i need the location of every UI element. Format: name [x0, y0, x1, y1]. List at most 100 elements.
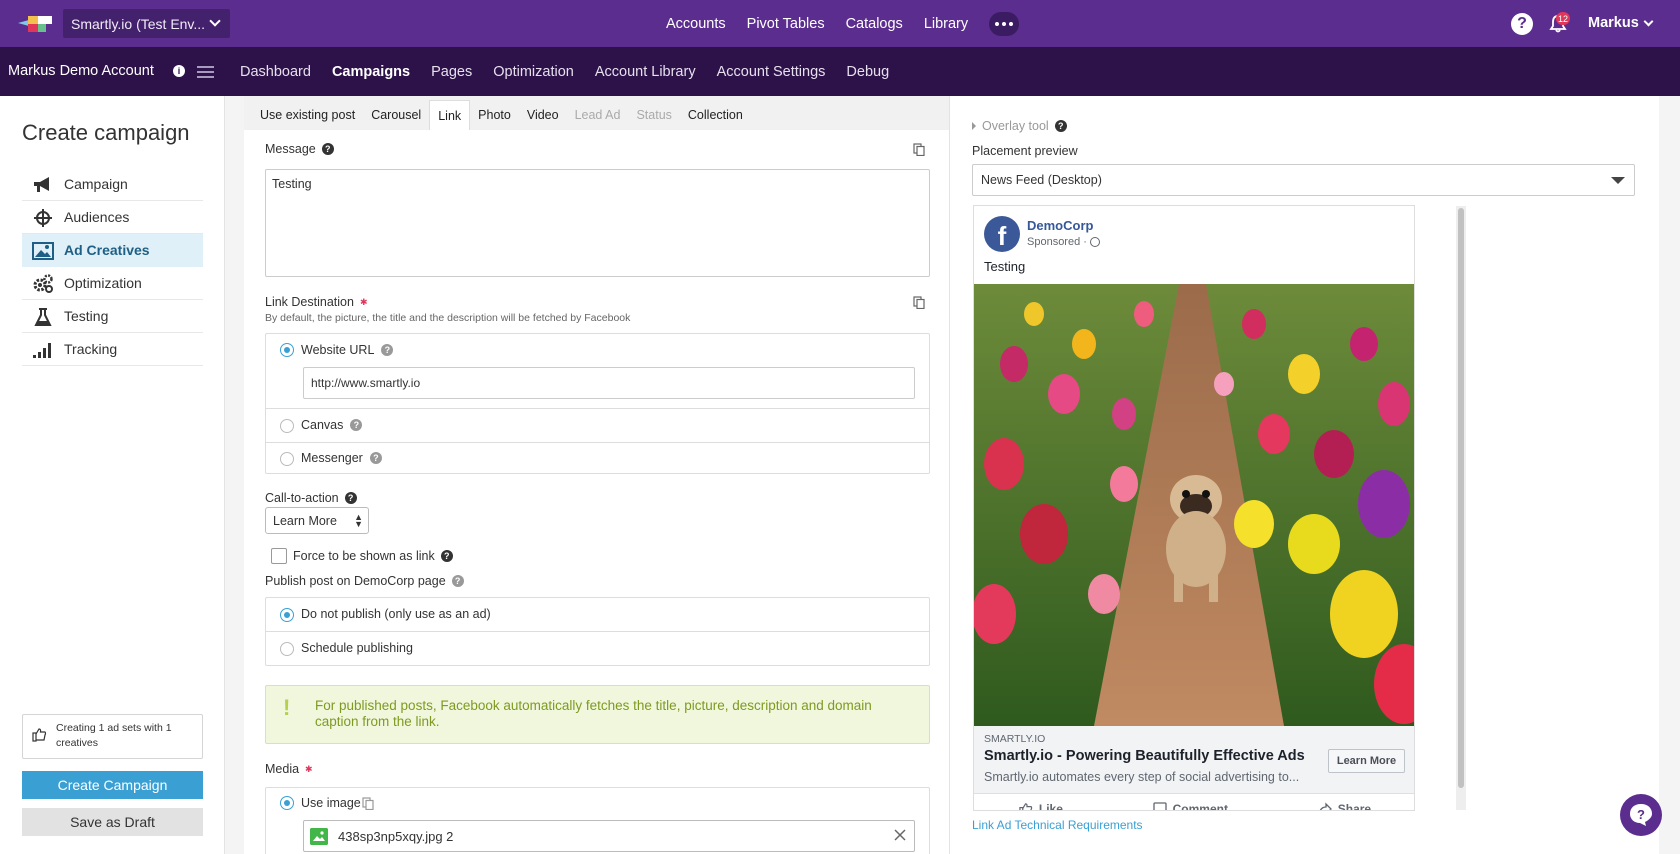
- website-url-radio[interactable]: [280, 343, 294, 357]
- tab-use-existing-post[interactable]: Use existing post: [252, 100, 363, 130]
- close-icon[interactable]: [894, 829, 906, 841]
- fb-comment[interactable]: Comment: [1152, 802, 1228, 810]
- help-icon[interactable]: ?: [381, 344, 394, 356]
- scrollbar-thumb[interactable]: [1458, 208, 1464, 788]
- step-audiences[interactable]: Audiences: [22, 201, 203, 234]
- help-icon[interactable]: ?: [350, 419, 363, 431]
- message-label-row: Message ?: [265, 142, 334, 156]
- use-image-radio[interactable]: [280, 796, 294, 810]
- step-nav: Campaign Audiences Ad Creatives Optimiza…: [22, 168, 203, 366]
- help-icon[interactable]: ?: [369, 452, 382, 464]
- hamburger-menu-icon[interactable]: [197, 66, 214, 78]
- fb-page-name[interactable]: DemoCorp: [1027, 218, 1093, 233]
- help-icon[interactable]: ?: [321, 143, 334, 155]
- help-icon[interactable]: ?: [1054, 120, 1067, 132]
- option-website-url: Website URL ?: [266, 334, 929, 409]
- website-url-input[interactable]: [303, 367, 915, 399]
- top-nav-library[interactable]: Library: [924, 16, 968, 32]
- placement-value: News Feed (Desktop): [981, 173, 1102, 187]
- link-destination-label-row: Link Destination ✱: [265, 295, 368, 309]
- fb-like[interactable]: Like: [1019, 802, 1063, 810]
- step-campaign[interactable]: Campaign: [22, 168, 203, 201]
- help-icon[interactable]: ?: [451, 575, 464, 587]
- technical-requirements-link[interactable]: Link Ad Technical Requirements: [972, 818, 1143, 832]
- account-nav: Dashboard Campaigns Pages Optimization A…: [240, 47, 889, 96]
- svg-text:?: ?: [1637, 807, 1645, 822]
- image-file-name: 438sp3np5xqy.jpg 2: [338, 828, 454, 844]
- tab-collection[interactable]: Collection: [680, 100, 751, 130]
- fb-share[interactable]: Share: [1318, 802, 1371, 810]
- save-draft-button[interactable]: Save as Draft: [22, 808, 203, 836]
- help-icon[interactable]: ?: [440, 550, 453, 562]
- ad-image: [974, 284, 1414, 726]
- step-ad-creatives[interactable]: Ad Creatives: [22, 234, 203, 267]
- do-not-publish-radio[interactable]: [280, 608, 294, 622]
- preview-scrollbar[interactable]: [1456, 206, 1466, 810]
- link-destination-options: Website URL ? Canvas ? Messenger ?: [265, 333, 930, 474]
- link-destination-hint: By default, the picture, the title and t…: [265, 312, 631, 324]
- fb-learn-more-button[interactable]: Learn More: [1328, 749, 1405, 773]
- cta-select[interactable]: Learn More ▲ ▼: [265, 507, 369, 534]
- nav-campaigns[interactable]: Campaigns: [332, 64, 410, 80]
- gears-icon: [33, 274, 53, 293]
- share-icon: [1319, 802, 1332, 810]
- image-icon: [32, 242, 54, 260]
- help-icon[interactable]: ?: [344, 492, 357, 504]
- summary-text: Creating 1 ad sets with 1 creatives: [56, 722, 172, 749]
- nav-account-settings[interactable]: Account Settings: [717, 64, 826, 80]
- updown-arrow-icon: ▲ ▼: [354, 512, 363, 529]
- top-nav-accounts[interactable]: Accounts: [666, 16, 726, 32]
- canvas-radio[interactable]: [280, 419, 294, 433]
- image-file-field[interactable]: 438sp3np5xqy.jpg 2: [303, 820, 915, 852]
- tab-carousel[interactable]: Carousel: [363, 100, 429, 130]
- step-testing[interactable]: Testing: [22, 300, 203, 333]
- copy-icon[interactable]: [913, 143, 925, 156]
- use-image-label: Use image: [301, 796, 361, 810]
- overlay-label: Overlay tool: [982, 119, 1049, 133]
- account-name[interactable]: Markus Demo Account: [8, 63, 154, 79]
- nav-account-library[interactable]: Account Library: [595, 64, 696, 80]
- top-bar: Smartly.io (Test Env... Accounts Pivot T…: [0, 0, 1680, 47]
- ad-preview-panel: Overlay tool ? Placement preview News Fe…: [951, 96, 1659, 854]
- nav-optimization[interactable]: Optimization: [493, 64, 574, 80]
- nav-debug[interactable]: Debug: [846, 64, 889, 80]
- fb-link-domain: SMARTLY.IO: [984, 733, 1046, 745]
- cta-value: Learn More: [273, 513, 337, 528]
- tab-photo[interactable]: Photo: [470, 100, 519, 130]
- environment-selector[interactable]: Smartly.io (Test Env...: [63, 9, 230, 38]
- placement-select[interactable]: News Feed (Desktop): [972, 164, 1635, 196]
- copy-icon[interactable]: [362, 796, 374, 810]
- schedule-label: Schedule publishing: [301, 641, 413, 655]
- messenger-radio[interactable]: [280, 452, 294, 466]
- help-icon[interactable]: ?: [1511, 13, 1533, 35]
- more-menu-icon[interactable]: [989, 11, 1020, 36]
- force-link-checkbox[interactable]: [271, 548, 287, 564]
- canvas-label: Canvas: [301, 418, 344, 432]
- nav-pages[interactable]: Pages: [431, 64, 472, 80]
- top-nav-pivot-tables[interactable]: Pivot Tables: [747, 16, 825, 32]
- caret-right-icon: [972, 122, 976, 130]
- overlay-tool-toggle[interactable]: Overlay tool ?: [972, 119, 1067, 133]
- messenger-label-row: Messenger ?: [301, 451, 382, 465]
- smartly-logo-icon[interactable]: [18, 14, 54, 34]
- message-textarea[interactable]: Testing: [265, 169, 930, 277]
- chat-support-button[interactable]: ?: [1620, 794, 1662, 836]
- crosshair-icon: [34, 209, 52, 227]
- nav-dashboard[interactable]: Dashboard: [240, 64, 311, 80]
- copy-icon[interactable]: [913, 296, 925, 309]
- tab-video[interactable]: Video: [519, 100, 567, 130]
- tab-link[interactable]: Link: [429, 100, 471, 130]
- top-nav-catalogs[interactable]: Catalogs: [846, 16, 903, 32]
- placement-label: Placement preview: [972, 144, 1078, 158]
- website-url-label-row: Website URL ?: [301, 343, 394, 357]
- step-tracking[interactable]: Tracking: [22, 333, 203, 366]
- fb-sponsored: Sponsored ·: [1027, 236, 1087, 248]
- info-icon[interactable]: i: [173, 65, 185, 77]
- schedule-radio[interactable]: [280, 642, 294, 656]
- exclamation-icon: !: [283, 695, 291, 720]
- user-menu[interactable]: Markus: [1588, 15, 1654, 31]
- fb-link-card[interactable]: SMARTLY.IO Smartly.io - Powering Beautif…: [974, 726, 1414, 794]
- step-optimization[interactable]: Optimization: [22, 267, 203, 300]
- option-use-image: Use image 438sp3np5xqy.jpg 2: [266, 788, 929, 854]
- create-campaign-button[interactable]: Create Campaign: [22, 771, 203, 799]
